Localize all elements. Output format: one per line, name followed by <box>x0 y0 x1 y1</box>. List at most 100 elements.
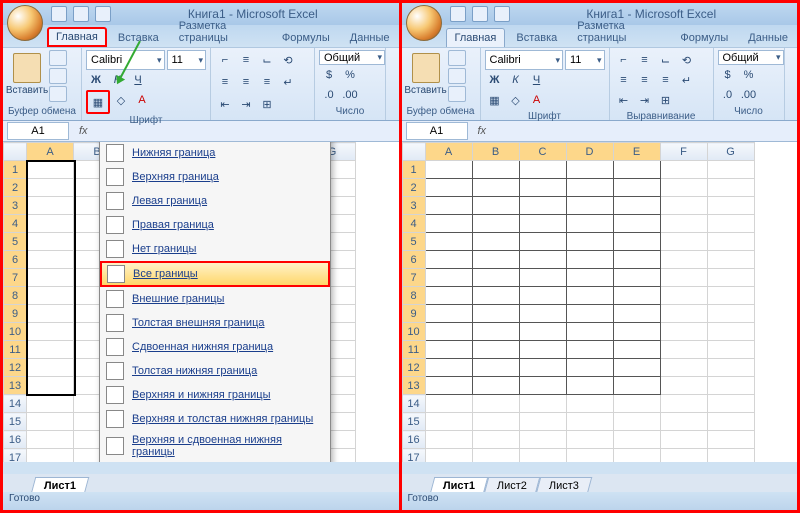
row-header[interactable]: 14 <box>4 395 27 413</box>
cell[interactable] <box>425 197 472 215</box>
fx-icon[interactable]: fx <box>472 125 493 137</box>
undo-icon[interactable] <box>472 6 488 22</box>
cell[interactable] <box>613 215 660 233</box>
bold-button[interactable]: Ж <box>485 70 505 90</box>
cell[interactable] <box>472 287 519 305</box>
percent-button[interactable]: % <box>340 65 360 85</box>
cell[interactable] <box>472 269 519 287</box>
underline-button[interactable]: Ч <box>527 70 547 90</box>
worksheet-grid[interactable]: ABCDEFG123456789101112131415161718 <box>402 142 798 462</box>
cell[interactable] <box>566 323 613 341</box>
cell[interactable] <box>613 413 660 431</box>
cell[interactable] <box>660 305 707 323</box>
cell[interactable] <box>660 395 707 413</box>
cell[interactable] <box>566 359 613 377</box>
align-middle-button[interactable]: ≡ <box>635 50 655 70</box>
col-header[interactable]: A <box>425 143 472 161</box>
tab-formulas[interactable]: Формулы <box>273 28 339 47</box>
cell[interactable] <box>27 269 74 287</box>
indent-inc-button[interactable]: ⇥ <box>236 94 256 114</box>
cell[interactable] <box>472 395 519 413</box>
fill-color-button[interactable]: ◇ <box>506 90 526 110</box>
cell[interactable] <box>519 305 566 323</box>
cell[interactable] <box>707 431 754 449</box>
align-top-button[interactable]: ⌐ <box>614 50 634 70</box>
paste-button[interactable]: Вставить <box>406 50 446 96</box>
office-button[interactable] <box>7 5 43 41</box>
cell[interactable] <box>566 179 613 197</box>
cell[interactable] <box>472 197 519 215</box>
align-left-button[interactable]: ≡ <box>614 70 634 90</box>
font-size-combo[interactable]: 11 <box>167 50 207 70</box>
cell[interactable] <box>707 395 754 413</box>
cell[interactable] <box>519 287 566 305</box>
cell[interactable] <box>27 215 74 233</box>
tab-home[interactable]: Главная <box>47 27 107 47</box>
cell[interactable] <box>707 215 754 233</box>
cell[interactable] <box>27 341 74 359</box>
row-header[interactable]: 16 <box>4 431 27 449</box>
col-header[interactable]: D <box>566 143 613 161</box>
border-option[interactable]: Толстая внешняя граница <box>100 311 330 335</box>
col-header[interactable]: F <box>660 143 707 161</box>
cell[interactable] <box>472 413 519 431</box>
border-option[interactable]: Нижняя граница <box>100 142 330 165</box>
font-color-button[interactable]: A <box>132 90 152 110</box>
cell[interactable] <box>519 215 566 233</box>
font-name-combo[interactable]: Calibri <box>485 50 564 70</box>
cell[interactable] <box>707 341 754 359</box>
row-header[interactable]: 4 <box>402 215 425 233</box>
dec-inc-button[interactable]: .0 <box>319 85 339 105</box>
row-header[interactable]: 8 <box>402 287 425 305</box>
row-header[interactable]: 16 <box>402 431 425 449</box>
cell[interactable] <box>519 359 566 377</box>
border-option[interactable]: Верхняя и толстая нижняя границы <box>100 407 330 431</box>
cell[interactable] <box>660 179 707 197</box>
cell[interactable] <box>707 161 754 179</box>
cell[interactable] <box>613 161 660 179</box>
row-header[interactable]: 13 <box>402 377 425 395</box>
row-header[interactable]: 6 <box>4 251 27 269</box>
cell[interactable] <box>707 449 754 463</box>
cell[interactable] <box>425 359 472 377</box>
align-bottom-button[interactable]: ⌙ <box>257 50 277 70</box>
cell[interactable] <box>613 341 660 359</box>
underline-button[interactable]: Ч <box>128 70 148 90</box>
align-middle-button[interactable]: ≡ <box>236 50 256 70</box>
cell[interactable] <box>707 377 754 395</box>
row-header[interactable]: 10 <box>402 323 425 341</box>
row-header[interactable]: 1 <box>402 161 425 179</box>
align-top-button[interactable]: ⌐ <box>215 50 235 70</box>
cell[interactable] <box>27 305 74 323</box>
dec-inc-button[interactable]: .0 <box>718 85 738 105</box>
cell[interactable] <box>27 323 74 341</box>
cell[interactable] <box>566 305 613 323</box>
cell[interactable] <box>707 197 754 215</box>
cell[interactable] <box>613 305 660 323</box>
cell[interactable] <box>472 161 519 179</box>
row-header[interactable]: 3 <box>402 197 425 215</box>
save-icon[interactable] <box>450 6 466 22</box>
cut-button[interactable] <box>448 50 466 66</box>
row-header[interactable]: 10 <box>4 323 27 341</box>
cell[interactable] <box>566 161 613 179</box>
cell[interactable] <box>27 377 74 395</box>
cell[interactable] <box>27 197 74 215</box>
paste-button[interactable]: Вставить <box>7 50 47 96</box>
row-header[interactable]: 15 <box>402 413 425 431</box>
cell[interactable] <box>707 323 754 341</box>
cell[interactable] <box>613 359 660 377</box>
row-header[interactable]: 5 <box>4 233 27 251</box>
cell[interactable] <box>27 431 74 449</box>
tab-data[interactable]: Данные <box>739 28 797 47</box>
cell[interactable] <box>472 323 519 341</box>
cell[interactable] <box>472 449 519 463</box>
cell[interactable] <box>566 287 613 305</box>
copy-button[interactable] <box>448 68 466 84</box>
merge-button[interactable]: ⊞ <box>656 90 676 110</box>
format-painter-button[interactable] <box>448 86 466 102</box>
cell[interactable] <box>660 251 707 269</box>
cell[interactable] <box>519 161 566 179</box>
cell[interactable] <box>566 395 613 413</box>
row-header[interactable]: 2 <box>4 179 27 197</box>
